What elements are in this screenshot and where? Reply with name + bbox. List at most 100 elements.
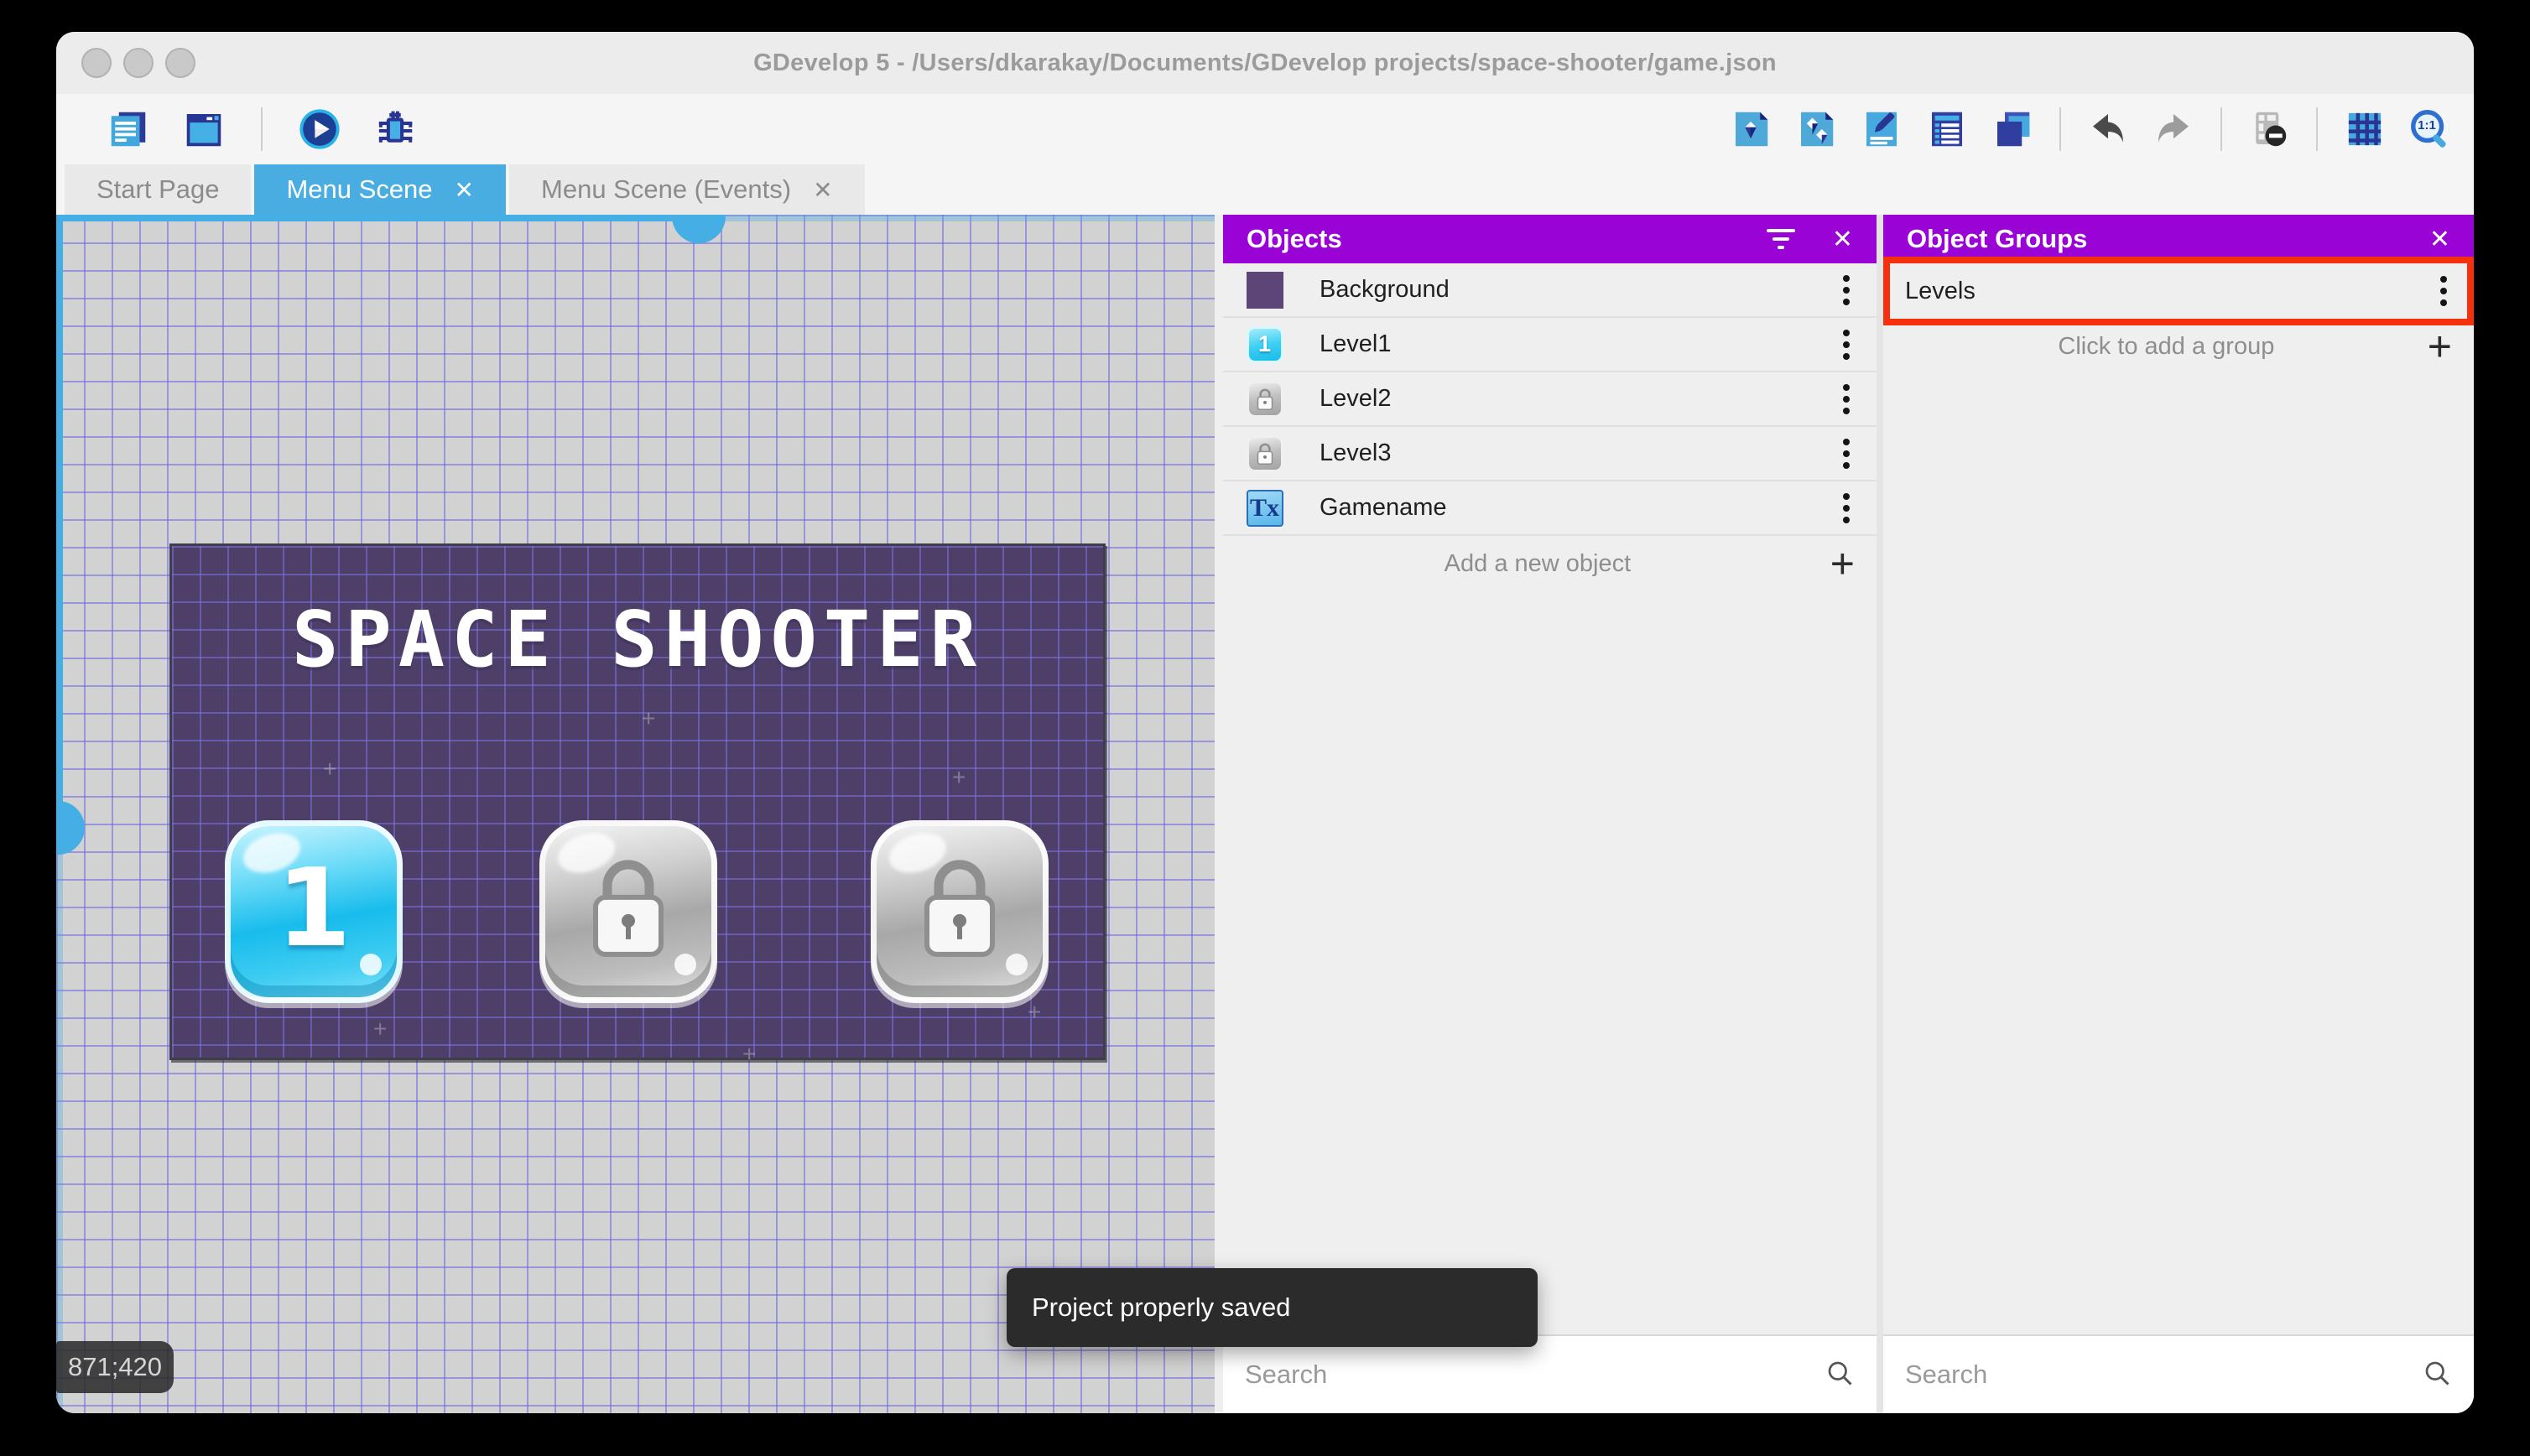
group-menu-icon[interactable] [2435,271,2452,311]
object-row-level1[interactable]: 1 Level1 [1223,318,1877,372]
object-row-gamename[interactable]: Tx Gamename [1223,481,1877,536]
tab-bar: Start Page Menu Scene ✕ Menu Scene (Even… [56,164,2474,215]
grid-icon[interactable] [2341,106,2388,153]
close-tab-icon[interactable]: ✕ [455,176,474,204]
scene-title-text-object[interactable]: SPACE SHOOTER [172,595,1103,684]
panel-title: Objects [1247,224,1342,253]
redo-icon[interactable] [2150,106,2197,153]
horizontal-scrollbar[interactable] [56,215,726,243]
object-menu-icon[interactable] [1838,379,1855,419]
level1-button-object[interactable]: 1 [225,820,403,1003]
level2-button-object[interactable] [539,820,717,1003]
titlebar: GDevelop 5 - /Users/dkarakay/Documents/G… [56,32,2474,94]
group-row-wrap: Levels [1883,257,2474,325]
object-name: Gamename [1320,494,1447,521]
properties-icon[interactable] [1858,106,1905,153]
add-group-row[interactable]: Click to add a group + [1883,319,2474,374]
star-sparkle: + [1028,999,1042,1025]
instances-list-icon[interactable] [1924,106,1970,153]
cursor-coordinates: 871;420 [56,1341,174,1393]
star-sparkle: + [323,756,337,782]
group-name: Levels [1905,277,1976,304]
star-sparkle: + [373,1016,388,1042]
object-row-background[interactable]: Background [1223,263,1877,318]
zoom-window-button[interactable] [165,48,195,78]
star-sparkle: + [952,764,966,790]
objects-panel-empty-area [1223,591,1877,1334]
toolbar-divider [2059,107,2061,151]
object-menu-icon[interactable] [1838,488,1855,528]
groups-search-bar [1883,1334,2474,1413]
panel-title: Object Groups [1907,224,2088,253]
scene-window-icon[interactable] [180,106,227,153]
undo-icon[interactable] [2085,106,2132,153]
scene-canvas[interactable]: SPACE SHOOTER + + + + + + 1 871;420 [56,215,1223,1413]
project-manager-icon[interactable] [105,106,152,153]
main-toolbar: 1:1 [56,94,2474,164]
close-panel-icon[interactable]: ✕ [2429,225,2450,254]
object-name: Level1 [1320,330,1392,357]
plus-icon[interactable]: + [2428,325,2452,367]
window-controls [81,32,195,94]
horizontal-scrollbar-knob[interactable] [672,215,726,243]
zoom-ratio-label: 1:1 [2418,118,2436,133]
level-number: 1 [276,846,351,971]
groups-panel-empty-area [1883,374,2474,1334]
group-row-levels[interactable]: Levels [1883,263,2474,319]
object-name: Level2 [1320,385,1392,412]
vertical-scrollbar-knob[interactable] [56,801,85,855]
vertical-scrollbar[interactable] [56,215,85,855]
toolbar-left-group [56,106,419,153]
tab-label: Menu Scene [286,174,433,204]
layers-icon[interactable] [1989,106,2036,153]
tab-menu-scene-events[interactable]: Menu Scene (Events) ✕ [509,164,865,215]
locked-button-icon [1246,380,1283,418]
close-window-button[interactable] [81,48,112,78]
object-menu-icon[interactable] [1838,325,1855,365]
toolbar-right-group: 1:1 [1727,106,2474,153]
tab-menu-scene[interactable]: Menu Scene ✕ [254,164,507,215]
toolbar-divider [2316,107,2318,151]
tab-start-page[interactable]: Start Page [65,164,252,215]
gdevelop-window: GDevelop 5 - /Users/dkarakay/Documents/G… [56,32,2474,1413]
object-name: Background [1320,276,1450,303]
object-menu-icon[interactable] [1838,270,1855,310]
gloss-dot [674,954,696,975]
level1-button-icon: 1 [1246,325,1283,363]
gloss-dot [1006,954,1028,975]
objects-search-input[interactable] [1245,1360,1814,1390]
close-tab-icon[interactable]: ✕ [813,176,832,204]
toggle-instances-mask-icon[interactable] [2246,106,2293,153]
window-title: GDevelop 5 - /Users/dkarakay/Documents/G… [753,49,1777,76]
add-object-row[interactable]: Add a new object + [1223,536,1877,591]
star-sparkle: + [642,705,656,731]
minimize-window-button[interactable] [123,48,154,78]
filter-icon[interactable] [1766,229,1795,249]
tab-label: Start Page [96,174,220,204]
close-panel-icon[interactable]: ✕ [1832,225,1853,254]
object-groups-editor-icon[interactable] [1793,106,1840,153]
add-object-label: Add a new object [1444,549,1632,577]
plus-icon[interactable]: + [1830,543,1855,585]
object-name: Level3 [1320,439,1392,466]
debug-icon[interactable] [372,106,419,153]
object-menu-icon[interactable] [1838,434,1855,474]
play-icon[interactable] [296,106,343,153]
add-group-label: Click to add a group [2058,332,2275,360]
object-row-level2[interactable]: Level2 [1223,372,1877,427]
zoom-original-icon[interactable]: 1:1 [2407,106,2454,153]
search-icon[interactable] [2422,1358,2452,1392]
toolbar-divider [261,107,263,151]
search-icon[interactable] [1825,1358,1855,1392]
groups-search-input[interactable] [1905,1360,2412,1390]
text-object-icon: Tx [1246,489,1283,527]
star-sparkle: + [742,1041,757,1067]
toolbar-divider [2220,107,2222,151]
level3-button-object[interactable] [871,820,1049,1003]
objects-panel-header: Objects ✕ [1223,215,1877,263]
lock-icon [924,860,995,957]
object-groups-panel: Object Groups ✕ Levels Click to add a gr… [1877,215,2474,1413]
tab-label: Menu Scene (Events) [541,174,792,204]
object-row-level3[interactable]: Level3 [1223,427,1877,481]
objects-editor-icon[interactable] [1727,106,1774,153]
